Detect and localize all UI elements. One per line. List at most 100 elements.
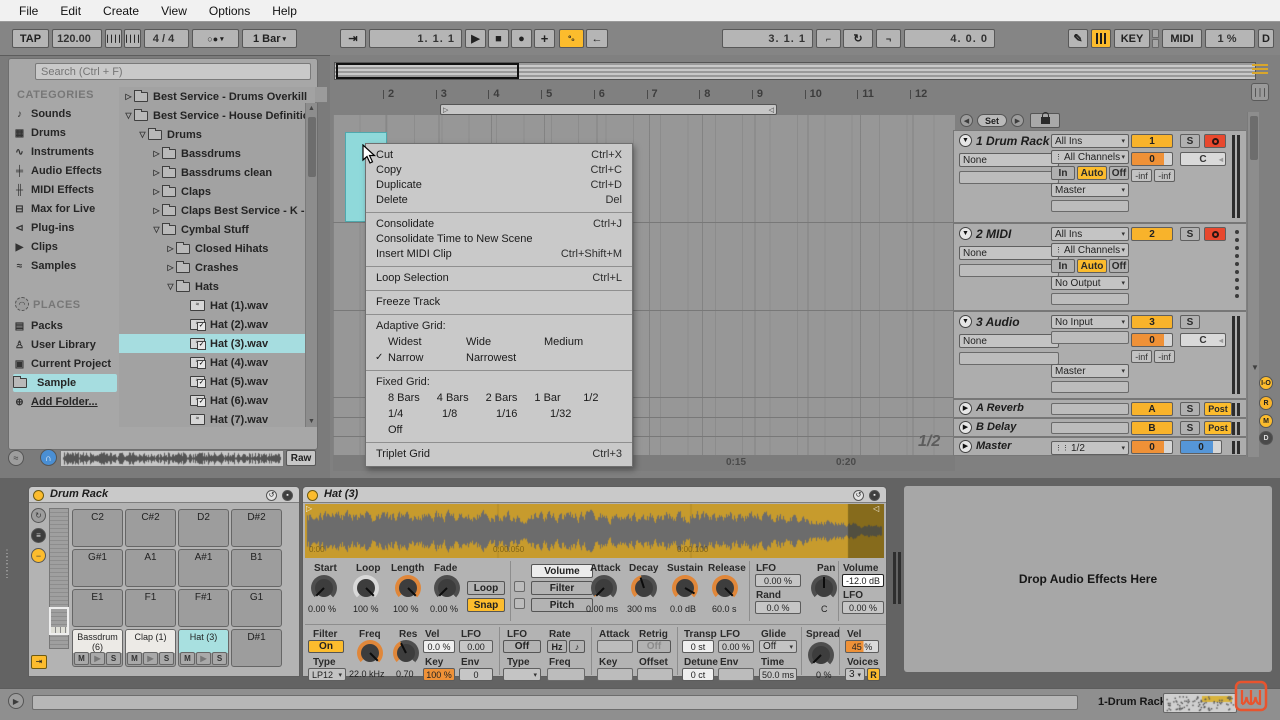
monitor-in-button[interactable]: In [1051,166,1075,180]
start-value[interactable]: 0.00 % [308,604,336,614]
raw-button[interactable]: Raw [286,450,316,466]
tab-filter[interactable]: Filter [531,581,593,595]
return-header-a-reverb[interactable]: ▶A ReverbASPost [953,399,1246,418]
start-knob[interactable] [311,575,337,601]
drum-pad-c2[interactable]: C2 [72,509,123,547]
context-item-delete[interactable]: DeleteDel [366,193,632,208]
tree-right-arrow-icon[interactable]: ▷ [165,244,176,253]
return-fold-icon[interactable]: ▶ [959,402,972,415]
spread-value[interactable]: 0 % [816,670,832,680]
tree-item-hat-5-wav[interactable]: ≈Hat (5).wav [119,372,315,391]
place-add-folder---[interactable]: ⊕Add Folder... [13,393,117,411]
return-header-b-delay[interactable]: ▶B DelayBSPost [953,418,1246,437]
loop-value[interactable]: 100 % [353,604,379,614]
solo-button[interactable]: S [1180,421,1200,435]
tree-down-arrow-icon[interactable]: ▽ [151,225,162,234]
device-area-handle[interactable]: ⋮⋮⋮⋮ [2,550,12,640]
tree-right-arrow-icon[interactable]: ▷ [123,92,134,101]
offset-value[interactable] [637,668,673,681]
drop-audio-effects-zone[interactable]: Drop Audio Effects Here [904,486,1272,672]
tree-item-hat-3-wav[interactable]: ≈Hat (3).wav [119,334,315,353]
context-item-1-8[interactable]: 1/8 [442,406,496,422]
pitch-lfo-value[interactable]: 0.00 % [718,640,754,653]
flt-lfo-value[interactable]: 0.00 [459,640,493,653]
lfo-on-button[interactable]: Off [503,640,541,653]
res-value[interactable]: 0.70 [396,669,414,679]
preview-waveform[interactable] [60,450,284,467]
context-item-consolidate[interactable]: ConsolidateCtrl+J [366,217,632,232]
lfo-freq-value[interactable] [547,668,585,681]
output-type-chooser[interactable]: No Output▾ [1051,276,1129,290]
category-midi-effects[interactable]: ╫MIDI Effects [13,181,117,199]
tree-item-crashes[interactable]: ▷Crashes [119,258,315,277]
context-item-1-2[interactable]: 1/2 [583,390,632,406]
drum-pad-c-2[interactable]: C#2 [125,509,176,547]
decay-knob[interactable] [631,575,657,601]
lfo-key-value[interactable] [597,668,633,681]
pad-overview-window[interactable] [49,607,69,635]
return-fold-icon[interactable]: ▶ [959,440,972,453]
vel-value[interactable]: 45 % [845,640,879,653]
nudge-down-button[interactable]: ∣∣∣∣ [105,29,122,48]
track-activator[interactable]: 3 [1131,315,1173,329]
loop-length-display[interactable]: 4. 0. 0 [904,29,995,48]
context-item-cut[interactable]: CutCtrl+X [366,148,632,163]
sample-waveform[interactable] [305,504,884,558]
input-channel-chooser[interactable]: ⋮All Channels▾ [1051,150,1129,164]
io-mixer-toggle-icon[interactable]: ∣∣∣ [1251,83,1269,101]
tree-item-hat-2-wav[interactable]: ≈Hat (2).wav [119,315,315,334]
monitor-in-button[interactable]: In [1051,259,1075,273]
monitor-off-button[interactable]: Off [1109,259,1129,273]
pan-knob[interactable]: C [1180,152,1226,166]
drum-pad-f1[interactable]: F1 [125,589,176,627]
master-volume[interactable]: 0 [1131,440,1173,454]
next-locator-button[interactable]: ▶ [1011,114,1024,127]
hot-swap-icon[interactable]: ↺ [853,490,864,501]
device-chooser[interactable]: None▾ [959,153,1059,167]
length-knob[interactable] [395,575,421,601]
context-item-1-16[interactable]: 1/16 [496,406,550,422]
context-item-2-bars[interactable]: 2 Bars [486,390,535,406]
output-type-chooser[interactable]: Master▾ [1051,183,1129,197]
glide-time-value[interactable]: 50.0 ms [759,668,797,681]
glide-chooser[interactable]: Off▾ [759,640,797,653]
monitor-auto-button[interactable]: Auto [1077,259,1107,273]
context-item-1-32[interactable]: 1/32 [550,406,604,422]
release-knob[interactable] [712,575,738,601]
punch-in-button[interactable]: ⌐ [816,29,841,48]
context-item-4-bars[interactable]: 4 Bars [437,390,486,406]
returns-badge[interactable]: R [1259,396,1273,410]
tree-down-arrow-icon[interactable]: ▽ [123,111,134,120]
preview-headphone-icon[interactable]: ∩ [40,449,57,466]
return-activator[interactable]: A [1131,402,1173,416]
loop-mode-button[interactable]: Loop [467,581,505,595]
tree-item-bassdrums-clean[interactable]: ▷Bassdrums clean [119,163,315,182]
menu-edit[interactable]: Edit [49,0,92,22]
drum-pad-hat-3-[interactable]: Hat (3)M▶S [178,629,229,667]
release-value[interactable]: 60.0 s [712,604,737,614]
context-item-medium[interactable]: Medium [544,334,622,350]
tree-right-arrow-icon[interactable]: ▷ [151,206,162,215]
monitor-auto-button[interactable]: Auto [1077,166,1107,180]
volume-value[interactable]: -12.0 dB [842,574,884,587]
drum-rack-title-bar[interactable]: Drum Rack ↺ ▪ [29,487,299,503]
track-fold-icon[interactable]: ▼ [959,227,972,240]
loop-start-display[interactable]: 3. 1. 1 [722,29,813,48]
input-type-chooser[interactable]: All Ins▾ [1051,134,1129,148]
context-item-8-bars[interactable]: 8 Bars [388,390,437,406]
device-on-icon[interactable] [307,490,318,501]
pad-mute-button[interactable]: M [180,652,195,665]
arrangement-overview[interactable] [334,62,1256,80]
category-drums[interactable]: ▦Drums [13,124,117,142]
loop-brace[interactable]: ▷◁ [440,104,777,115]
browser-collapse-icon[interactable]: ≈ [8,450,24,466]
solo-button[interactable]: S [1180,134,1200,148]
tap-button[interactable]: TAP [12,29,49,48]
volume-slider[interactable]: 0 [1131,333,1173,347]
key-map-button[interactable]: KEY [1114,29,1150,48]
res-knob[interactable] [393,640,419,666]
tree-item-claps-best-service-k-si[interactable]: ▷Claps Best Service - K - Si [119,201,315,220]
arrangement-scrollbar[interactable] [1247,112,1259,457]
menu-file[interactable]: File [8,0,49,22]
tree-item-hat-1-wav[interactable]: ≈Hat (1).wav [119,296,315,315]
